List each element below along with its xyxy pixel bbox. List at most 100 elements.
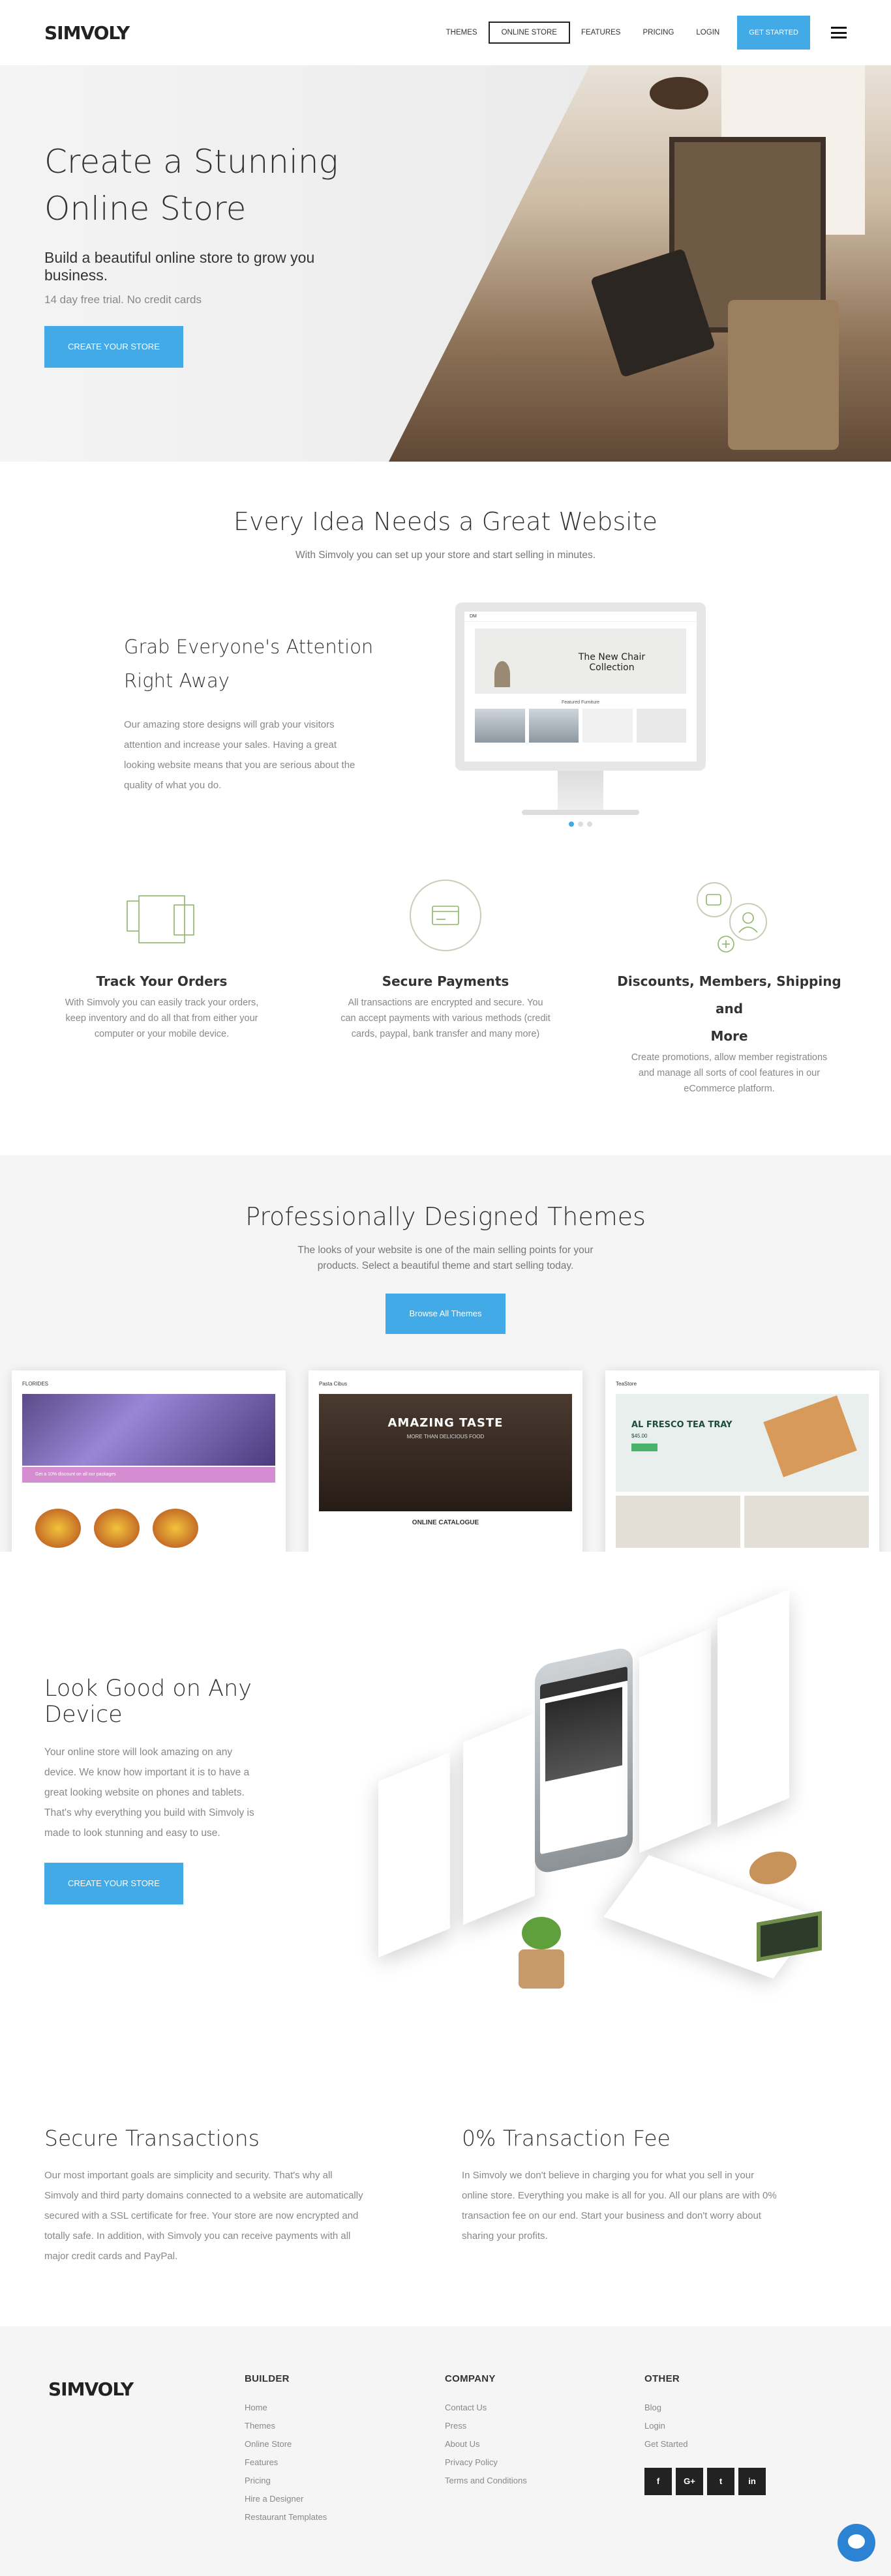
grab-title: Grab Everyone's Attention Right Away bbox=[124, 636, 374, 692]
footer-link[interactable]: Hire a Designer bbox=[245, 2490, 408, 2508]
footer-link[interactable]: Home bbox=[245, 2399, 408, 2417]
device-body: Your online store will look amazing on a… bbox=[44, 1747, 254, 1839]
hero-section: Create a Stunning Online Store Build a b… bbox=[0, 65, 891, 462]
secure-body: Our most important goals are simplicity … bbox=[44, 2170, 363, 2262]
hamburger-menu-icon[interactable] bbox=[831, 27, 847, 38]
footer-other: OTHER Blog Login Get Started f G+ t in bbox=[644, 2373, 808, 2495]
footer-logo[interactable]: SIMVOLY bbox=[48, 2378, 134, 2400]
footer-link[interactable]: Blog bbox=[644, 2399, 808, 2417]
fee-title: 0% Transaction Fee bbox=[462, 2125, 671, 2151]
mockup-featured: Featured Furniture bbox=[562, 700, 599, 705]
themes-section: Professionally Designed Themes The looks… bbox=[0, 1155, 891, 1552]
create-store-button-2[interactable]: CREATE YOUR STORE bbox=[44, 1863, 183, 1904]
linkedin-icon[interactable]: in bbox=[738, 2468, 766, 2495]
hero-photo bbox=[389, 65, 891, 462]
site-header: SIMVOLY THEMES ONLINE STORE FEATURES PRI… bbox=[0, 0, 891, 65]
theme-card-pasta[interactable]: Pasta Cibus AMAZING TASTE MORE THAN DELI… bbox=[309, 1370, 582, 1552]
themes-lead: The looks of your website is one of the … bbox=[297, 1245, 594, 1271]
footer-heading: COMPANY bbox=[445, 2373, 496, 2384]
theme-sub: MORE THAN DELICIOUS FOOD bbox=[406, 1434, 485, 1440]
slider-dots bbox=[455, 822, 706, 827]
food-image: AMAZING TASTE MORE THAN DELICIOUS FOOD bbox=[319, 1394, 572, 1511]
feature-discounts: Discounts, Members, Shipping and More Cr… bbox=[612, 867, 847, 1097]
footer-link[interactable]: Contact Us bbox=[445, 2399, 608, 2417]
slider-dot[interactable] bbox=[587, 822, 592, 827]
footer-link[interactable]: Restaurant Templates bbox=[245, 2508, 408, 2526]
monitor-mockup: DM The New Chair Collection Featured Fur… bbox=[455, 602, 706, 844]
slider-dot[interactable] bbox=[578, 822, 583, 827]
twitter-icon[interactable]: t bbox=[707, 2468, 734, 2495]
succulent-image bbox=[509, 1917, 574, 1989]
hero-title: Create a Stunning Online Store bbox=[44, 143, 339, 228]
footer-link[interactable]: Pricing bbox=[245, 2472, 408, 2490]
theme-banner: Get a 10% discount on all our packages bbox=[22, 1467, 275, 1483]
google-plus-icon[interactable]: G+ bbox=[676, 2468, 703, 2495]
nav-features[interactable]: FEATURES bbox=[570, 22, 632, 44]
feature-secure-payments: Secure Payments All transactions are enc… bbox=[328, 867, 563, 1097]
social-links: f G+ t in bbox=[644, 2468, 808, 2495]
grab-body: Our amazing store designs will grab your… bbox=[124, 719, 355, 791]
device-title: Look Good on Any Device bbox=[44, 1676, 252, 1728]
secure-title: Secure Transactions bbox=[44, 2125, 260, 2151]
feature-body: With Simvoly you can easily track your o… bbox=[65, 998, 259, 1039]
footer-link[interactable]: Themes bbox=[245, 2417, 408, 2435]
section-lead: With Simvoly you can set up your store a… bbox=[295, 550, 596, 561]
feature-title: Secure Payments bbox=[382, 973, 509, 989]
section-title: Every Idea Needs a Great Website bbox=[233, 507, 658, 536]
footer-link[interactable]: Privacy Policy bbox=[445, 2453, 608, 2472]
mockup-brand: DM bbox=[464, 612, 697, 622]
facebook-icon[interactable]: f bbox=[644, 2468, 672, 2495]
theme-card-tea[interactable]: TeaStore AL FRESCO TEA TRAY $45.00 bbox=[605, 1370, 879, 1552]
hero-note: 14 day free trial. No credit cards bbox=[44, 293, 202, 306]
tea-tray-image: AL FRESCO TEA TRAY $45.00 bbox=[616, 1394, 869, 1492]
feature-track-orders: Track Your Orders With Simvoly you can e… bbox=[44, 867, 279, 1097]
chat-bubble-icon[interactable] bbox=[838, 2524, 875, 2562]
secure-section: Secure Transactions Our most important g… bbox=[0, 2080, 891, 2326]
nav-online-store[interactable]: ONLINE STORE bbox=[488, 22, 570, 44]
footer-link[interactable]: Press bbox=[445, 2417, 608, 2435]
footer-link[interactable]: About Us bbox=[445, 2435, 608, 2453]
footer-builder: BUILDER Home Themes Online Store Feature… bbox=[245, 2373, 408, 2526]
site-footer: SIMVOLY BUILDER Home Themes Online Store… bbox=[0, 2326, 891, 2576]
device-illustration bbox=[339, 1578, 874, 2047]
theme-brand: FLORIDES bbox=[22, 1381, 49, 1387]
themes-title: Professionally Designed Themes bbox=[245, 1202, 646, 1231]
main-nav: THEMES ONLINE STORE FEATURES PRICING LOG… bbox=[435, 16, 847, 50]
create-store-button[interactable]: CREATE YOUR STORE bbox=[44, 326, 183, 368]
footer-company: COMPANY Contact Us Press About Us Privac… bbox=[445, 2373, 608, 2490]
logo[interactable]: SIMVOLY bbox=[44, 22, 130, 44]
device-section: Look Good on Any Device Your online stor… bbox=[0, 1552, 891, 2080]
footer-link[interactable]: Online Store bbox=[245, 2435, 408, 2453]
squares-icon bbox=[44, 867, 279, 965]
footer-link[interactable]: Get Started bbox=[644, 2435, 808, 2453]
feature-body: All transactions are encrypted and secur… bbox=[340, 998, 551, 1039]
nav-themes[interactable]: THEMES bbox=[435, 22, 489, 44]
lamp-image bbox=[494, 661, 510, 687]
hero-subtitle: Build a beautiful online store to grow y… bbox=[44, 249, 315, 284]
flower-image bbox=[22, 1394, 275, 1466]
mockup-hero-text: The New Chair Collection bbox=[578, 652, 646, 673]
feature-title: Discounts, Members, Shipping and More bbox=[617, 973, 841, 1044]
fee-body: In Simvoly we don't believe in charging … bbox=[462, 2170, 777, 2242]
theme-brand: Pasta Cibus bbox=[319, 1381, 348, 1387]
credit-card-icon bbox=[328, 867, 563, 965]
slider-dot[interactable] bbox=[569, 822, 574, 827]
theme-price: $45.00 bbox=[631, 1433, 648, 1439]
footer-link[interactable]: Login bbox=[644, 2417, 808, 2435]
discount-members-icon bbox=[612, 867, 847, 965]
theme-section-label: ONLINE CATALOGUE bbox=[412, 1519, 479, 1526]
get-started-button[interactable]: GET STARTED bbox=[737, 16, 810, 50]
theme-brand: TeaStore bbox=[616, 1381, 637, 1387]
theme-headline: AL FRESCO TEA TRAY bbox=[631, 1420, 732, 1430]
footer-heading: OTHER bbox=[644, 2373, 680, 2384]
browse-themes-button[interactable]: Browse All Themes bbox=[385, 1294, 506, 1334]
feature-body: Create promotions, allow member registra… bbox=[631, 1052, 828, 1094]
footer-link[interactable]: Terms and Conditions bbox=[445, 2472, 608, 2490]
theme-card-florides[interactable]: FLORIDES Get a 10% discount on all our p… bbox=[12, 1370, 286, 1552]
ideas-section: Every Idea Needs a Great Website With Si… bbox=[0, 462, 891, 1097]
nav-pricing[interactable]: PRICING bbox=[631, 22, 685, 44]
nav-login[interactable]: LOGIN bbox=[685, 22, 731, 44]
footer-link[interactable]: Features bbox=[245, 2453, 408, 2472]
theme-headline: AMAZING TASTE bbox=[387, 1416, 504, 1430]
footer-heading: BUILDER bbox=[245, 2373, 290, 2384]
